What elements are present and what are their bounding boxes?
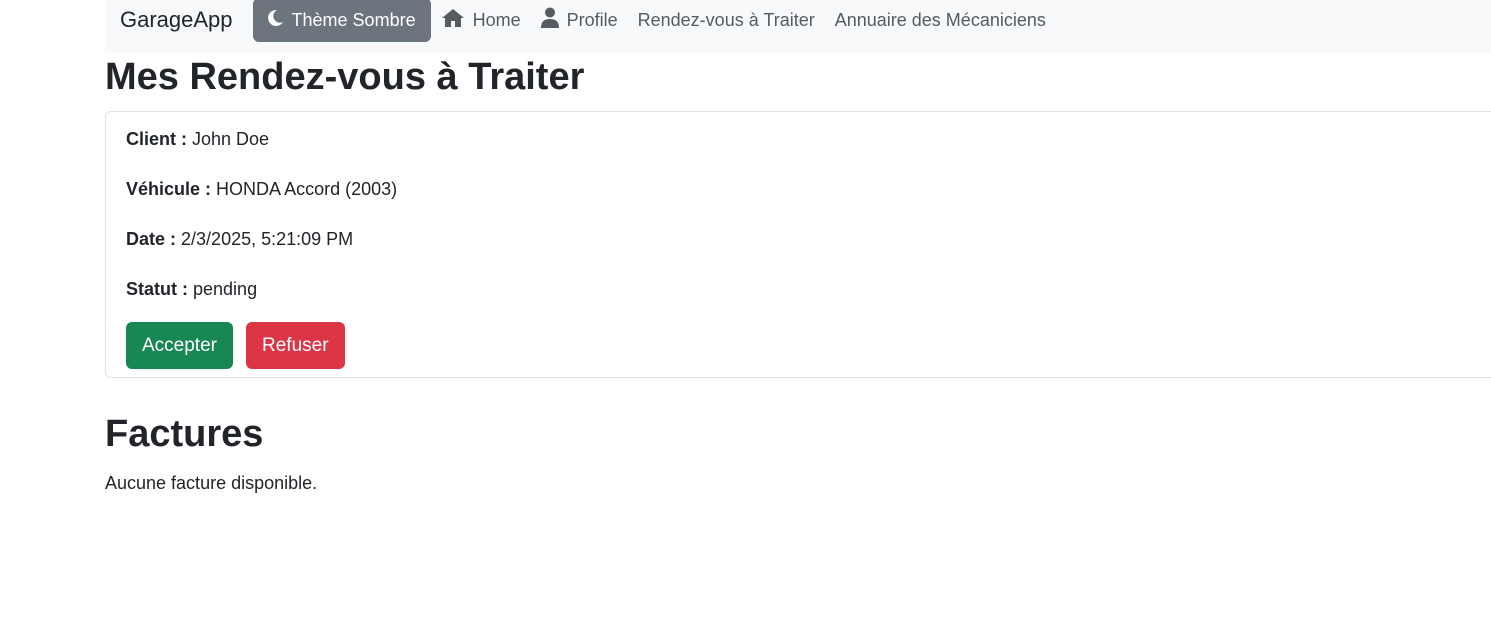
status-field: Statut : pending bbox=[126, 277, 257, 301]
nav-link-home[interactable]: Home bbox=[441, 8, 521, 33]
theme-toggle-button[interactable]: Thème Sombre bbox=[252, 0, 431, 42]
client-label: Client : bbox=[126, 129, 187, 149]
page-title: Mes Rendez-vous à Traiter bbox=[105, 56, 585, 98]
accept-button[interactable]: Accepter bbox=[126, 322, 233, 369]
vehicle-field: Véhicule : HONDA Accord (2003) bbox=[126, 177, 397, 201]
theme-toggle-label: Thème Sombre bbox=[291, 9, 416, 30]
date-field: Date : 2/3/2025, 5:21:09 PM bbox=[126, 227, 353, 251]
nav-links: Home Profile Rendez-vous à Traiter Annua… bbox=[441, 7, 1066, 33]
moon-icon bbox=[267, 9, 284, 32]
nav-link-home-label: Home bbox=[472, 9, 521, 30]
client-value: John Doe bbox=[192, 129, 270, 149]
nav-link-mechanics-directory-label: Annuaire des Mécaniciens bbox=[834, 9, 1046, 30]
vehicle-value: HONDA Accord (2003) bbox=[216, 179, 398, 199]
brand-link[interactable]: GarageApp bbox=[120, 7, 233, 33]
date-value: 2/3/2025, 5:21:09 PM bbox=[181, 229, 354, 249]
status-label: Statut : bbox=[126, 279, 188, 299]
status-value: pending bbox=[193, 279, 258, 299]
refuse-button[interactable]: Refuser bbox=[246, 322, 345, 369]
vehicle-label: Véhicule : bbox=[126, 179, 212, 199]
client-field: Client : John Doe bbox=[126, 127, 269, 151]
nav-link-profile[interactable]: Profile bbox=[540, 7, 618, 33]
date-label: Date : bbox=[126, 229, 177, 249]
nav-link-profile-label: Profile bbox=[566, 9, 618, 30]
nav-link-appointments-label: Rendez-vous à Traiter bbox=[637, 9, 815, 30]
user-icon bbox=[540, 7, 559, 33]
navbar: GarageApp Thème Sombre Home Profile Rend… bbox=[105, 0, 1491, 53]
nav-link-appointments[interactable]: Rendez-vous à Traiter bbox=[638, 10, 815, 31]
appointment-card: Client : John Doe Véhicule : HONDA Accor… bbox=[105, 111, 1491, 378]
nav-link-mechanics-directory[interactable]: Annuaire des Mécaniciens bbox=[835, 10, 1046, 31]
home-icon bbox=[441, 8, 465, 33]
invoices-empty-text: Aucune facture disponible. bbox=[105, 473, 318, 493]
invoices-title: Factures bbox=[105, 413, 264, 455]
